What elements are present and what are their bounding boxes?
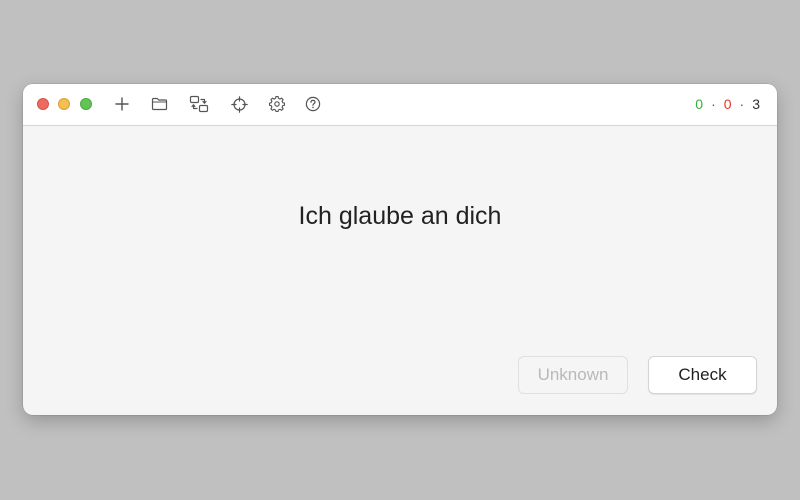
zoom-window-button[interactable] <box>80 98 92 110</box>
score-counter: 0 · 0 · 3 <box>695 96 760 113</box>
open-folder-button[interactable] <box>149 94 169 114</box>
folder-icon <box>151 97 168 111</box>
minimize-window-button[interactable] <box>58 98 70 110</box>
correct-count: 0 <box>695 96 704 112</box>
title-bar: 0 · 0 · 3 <box>23 84 777 126</box>
remaining-count: 3 <box>752 96 760 112</box>
swap-direction-button[interactable] <box>189 94 209 114</box>
settings-button[interactable] <box>267 94 287 114</box>
app-window: 0 · 0 · 3 Ich glaube an dich Unknown Check <box>23 84 777 415</box>
focus-button[interactable] <box>229 94 249 114</box>
add-button[interactable] <box>112 94 132 114</box>
unknown-button[interactable]: Unknown <box>518 356 628 394</box>
crosshair-icon <box>230 95 248 113</box>
close-window-button[interactable] <box>37 98 49 110</box>
score-separator: · <box>739 96 745 112</box>
help-button[interactable] <box>303 94 323 114</box>
wrong-count: 0 <box>723 96 732 112</box>
check-button[interactable]: Check <box>648 356 757 394</box>
score-separator: · <box>711 96 716 112</box>
gear-icon <box>269 96 285 112</box>
swap-icon <box>189 95 209 113</box>
flashcard-phrase: Ich glaube an dich <box>298 202 502 230</box>
plus-icon <box>115 97 129 111</box>
help-icon <box>305 96 321 112</box>
